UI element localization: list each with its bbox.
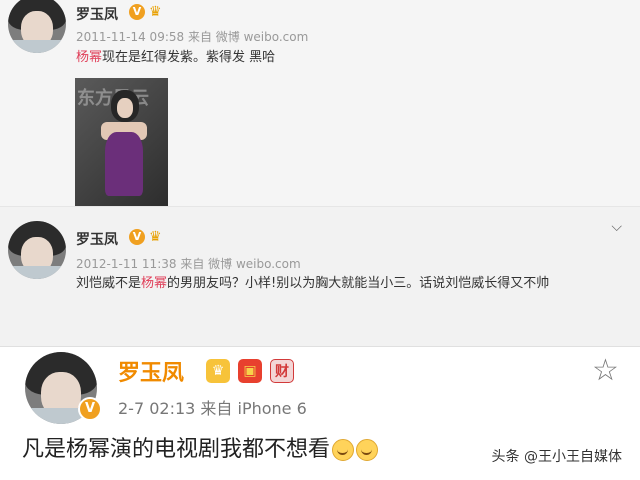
post-author-name[interactable]: 罗玉凤 bbox=[76, 4, 118, 24]
avatar[interactable] bbox=[8, 0, 66, 53]
post-timestamp[interactable]: 2012-1-11 11:38 来自 微博 weibo.com bbox=[76, 255, 301, 272]
cai-badge-icon: 财 bbox=[270, 359, 294, 383]
red-packet-icon: ▣ bbox=[238, 359, 262, 383]
weibo-post-2: 罗玉凤 V ♛ ⌵ 2012-1-11 11:38 来自 微博 weibo.co… bbox=[0, 206, 640, 347]
weibo-post-1: 罗玉凤 V ♛ 2011-11-14 09:58 来自 微博 weibo.com… bbox=[0, 0, 640, 206]
crown-icon: ♛ bbox=[206, 359, 230, 383]
chevron-down-icon[interactable]: ⌵ bbox=[611, 219, 622, 235]
watermark: 头条 @王小王自媒体 bbox=[487, 444, 626, 468]
verified-v-icon: V bbox=[129, 4, 145, 20]
post-author-name[interactable]: 罗玉凤 bbox=[76, 229, 118, 249]
post-timestamp[interactable]: 2011-11-14 09:58 来自 微博 weibo.com bbox=[76, 28, 308, 45]
mention-link[interactable]: 杨幂 bbox=[141, 276, 167, 291]
post-content: 刘恺威不是杨幂的男朋友吗？小样!别以为胸大就能当小三。话说刘恺威长得又不帅 bbox=[76, 276, 550, 291]
post-image[interactable]: 东方风云 bbox=[75, 78, 168, 206]
avatar[interactable] bbox=[8, 221, 66, 279]
emoji-icon bbox=[356, 439, 379, 461]
emoji-icon bbox=[332, 439, 355, 461]
post-content: 凡是杨幂演的电视剧我都不想看 bbox=[22, 435, 379, 465]
mention-link[interactable]: 杨幂 bbox=[76, 50, 102, 65]
post-timestamp[interactable]: 2-7 02:13 来自 iPhone 6 bbox=[118, 395, 307, 419]
verified-v-icon: V bbox=[78, 397, 102, 421]
star-icon[interactable]: ☆ bbox=[592, 356, 619, 386]
verified-v-icon: V bbox=[129, 229, 145, 245]
crown-icon: ♛ bbox=[149, 4, 162, 20]
post-author-name[interactable]: 罗玉凤 bbox=[118, 355, 184, 387]
post-content: 杨幂现在是红得发紫。紫得发 黑哈 bbox=[76, 50, 276, 65]
crown-icon: ♛ bbox=[149, 229, 162, 245]
